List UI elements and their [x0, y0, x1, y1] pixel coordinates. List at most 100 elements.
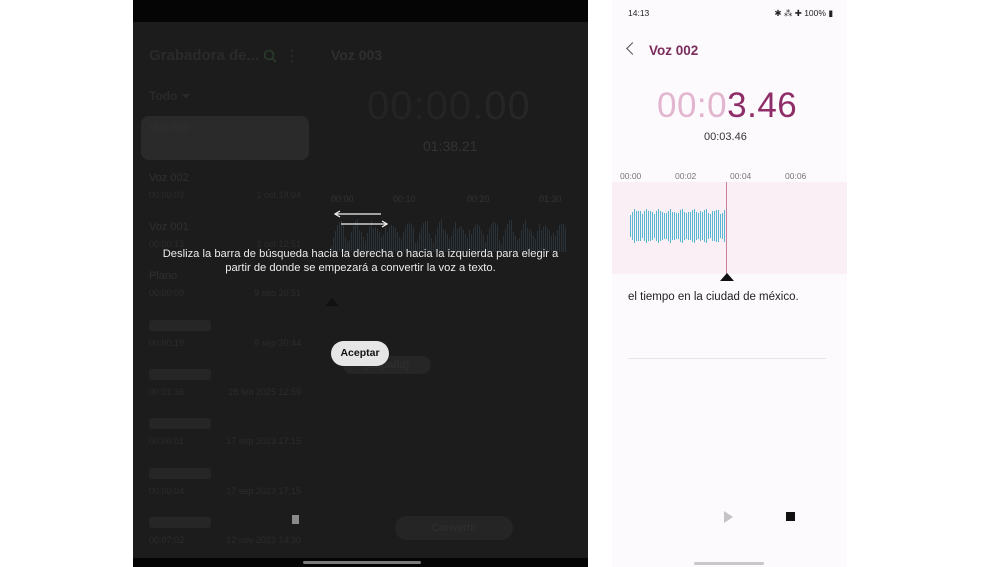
waveform-bar [680, 210, 681, 242]
tablet-screen: Grabadora de... Todo Voz 003 00:01:38 9:… [133, 0, 588, 567]
back-arrow-icon[interactable] [626, 42, 639, 55]
play-icon[interactable] [724, 511, 733, 523]
seek-handle[interactable] [325, 298, 339, 306]
recording-duration: 00:00:03 [149, 190, 185, 200]
elapsed-time: 00:00.00 [367, 84, 531, 129]
status-battery: ✱ ⁂ ✚ 100% ▮ [774, 8, 833, 19]
chevron-down-icon[interactable] [182, 94, 190, 99]
ruler-tick-label: 00:04 [730, 171, 752, 181]
recording-duration: 00:00:01 [149, 436, 185, 446]
list-item[interactable]: 00:07:02 12 nov 2023 14:30 [141, 511, 309, 555]
waveform-bar [712, 210, 713, 242]
recording-title: Voz 002 [649, 43, 699, 58]
timeline-ruler: 00:00 00:02 00:04 00:06 [612, 171, 847, 181]
waveform-bar [640, 211, 641, 241]
waveform-bar [700, 211, 701, 241]
playback-time-light: 00:0 [657, 86, 728, 125]
list-item[interactable]: 00:01:36 28 feb 2025 12:59 [141, 363, 309, 407]
ruler-tick-label: 00:20 [467, 194, 490, 204]
current-position: 00:03.46 [704, 131, 747, 143]
ruler-tick-label: 00:00 [331, 194, 354, 204]
home-indicator[interactable] [694, 562, 764, 565]
list-item[interactable]: 00:00:04 17 sep 2023 17:15 [141, 462, 309, 506]
divider [628, 358, 826, 359]
waveform [630, 203, 728, 249]
app-title: Grabadora de... [149, 47, 260, 64]
recording-date: 28 feb 2025 12:59 [228, 387, 301, 397]
waveform-bar [660, 211, 661, 241]
waveform-bar [704, 210, 705, 242]
elapsed-time-fraction: .00 [472, 84, 531, 128]
recording-duration: 00:00:19 [149, 338, 185, 348]
recording-duration: 00:07:02 [149, 535, 185, 545]
stop-icon[interactable] [786, 512, 795, 521]
recording-name-redacted [149, 369, 211, 380]
waveform-bar [636, 211, 637, 241]
waveform-bar [648, 211, 649, 241]
waveform-bar [654, 213, 655, 239]
waveform-bar [670, 209, 671, 243]
list-item[interactable]: 00:00:01 17 sep 2023 17:15 [141, 412, 309, 456]
waveform-bar [722, 213, 723, 239]
waveform-bar [674, 212, 675, 240]
waveform-bar [694, 209, 695, 243]
recording-duration: 00:01:38 [149, 140, 185, 150]
waveform-bar [690, 212, 691, 240]
transcript-file-icon [292, 515, 299, 524]
recording-duration: 00:00:04 [149, 486, 185, 496]
search-icon[interactable] [263, 49, 277, 63]
waveform-bar [630, 215, 631, 237]
waveform-bar [650, 211, 651, 241]
home-indicator[interactable] [303, 561, 421, 564]
more-options-icon[interactable] [289, 49, 295, 63]
recording-name-redacted [149, 418, 211, 429]
recording-date: 17 sep 2023 17:15 [226, 436, 301, 446]
recording-name-redacted [149, 468, 211, 479]
waveform-bar [724, 210, 725, 242]
convert-button[interactable]: Convertir [395, 516, 513, 540]
recording-name-redacted [149, 517, 211, 528]
playback-time: 00:03.46 [657, 86, 797, 126]
waveform-bar [632, 211, 633, 241]
recording-name: Voz 003 [149, 122, 189, 134]
waveform-bar [716, 210, 717, 242]
transcript-text: el tiempo en la ciudad de méxico. [628, 291, 799, 303]
swipe-arrows-icon [333, 210, 389, 228]
battery-icon: ▮ [825, 8, 833, 18]
seek-handle[interactable] [720, 273, 734, 281]
waveform-bar [678, 212, 679, 240]
recording-date: 1 oct 18:04 [256, 190, 301, 200]
recording-date: 17 sep 2023 17:15 [226, 486, 301, 496]
waveform-bar [710, 213, 711, 239]
recording-date: 12 nov 2023 14:30 [226, 535, 301, 545]
coach-mark-hint: Desliza la barra de búsqueda hacia la de… [162, 248, 559, 274]
waveform-bar [720, 213, 721, 239]
ruler-tick-label: 00:00 [620, 171, 642, 181]
waveform-bar [642, 214, 643, 238]
waveform-bar [676, 212, 677, 240]
waveform-bar [662, 211, 663, 241]
waveform-bar [652, 212, 653, 240]
waveform-bar [706, 209, 707, 243]
list-item[interactable]: Voz 002 00:00:03 1 oct 18:04 [141, 166, 309, 210]
accept-button[interactable]: Aceptar [331, 341, 389, 366]
recording-title: Voz 003 [331, 47, 383, 63]
playhead [726, 182, 727, 274]
waveform-bar [672, 211, 673, 241]
list-item[interactable]: 00:00:19 9 sep 20:44 [141, 314, 309, 358]
waveform-bar [698, 213, 699, 239]
waveform-bar [634, 209, 635, 243]
waveform-bar [668, 210, 669, 242]
waveform-bar [638, 210, 639, 242]
battery-level: 100% [804, 8, 826, 18]
list-item[interactable]: Voz 003 00:01:38 9:08 [141, 116, 309, 160]
waveform-bar [666, 213, 667, 239]
waveform-bar [646, 209, 647, 243]
filter-dropdown[interactable]: Todo [149, 89, 177, 103]
recordings-list-pane: Grabadora de... Todo Voz 003 00:01:38 9:… [133, 22, 318, 558]
recording-name-redacted [149, 320, 211, 331]
waveform-bar [658, 209, 659, 243]
status-time: 14:13 [628, 8, 650, 18]
ruler-tick-label: 01:30 [539, 194, 562, 204]
recording-date: 9:08 [283, 140, 301, 150]
